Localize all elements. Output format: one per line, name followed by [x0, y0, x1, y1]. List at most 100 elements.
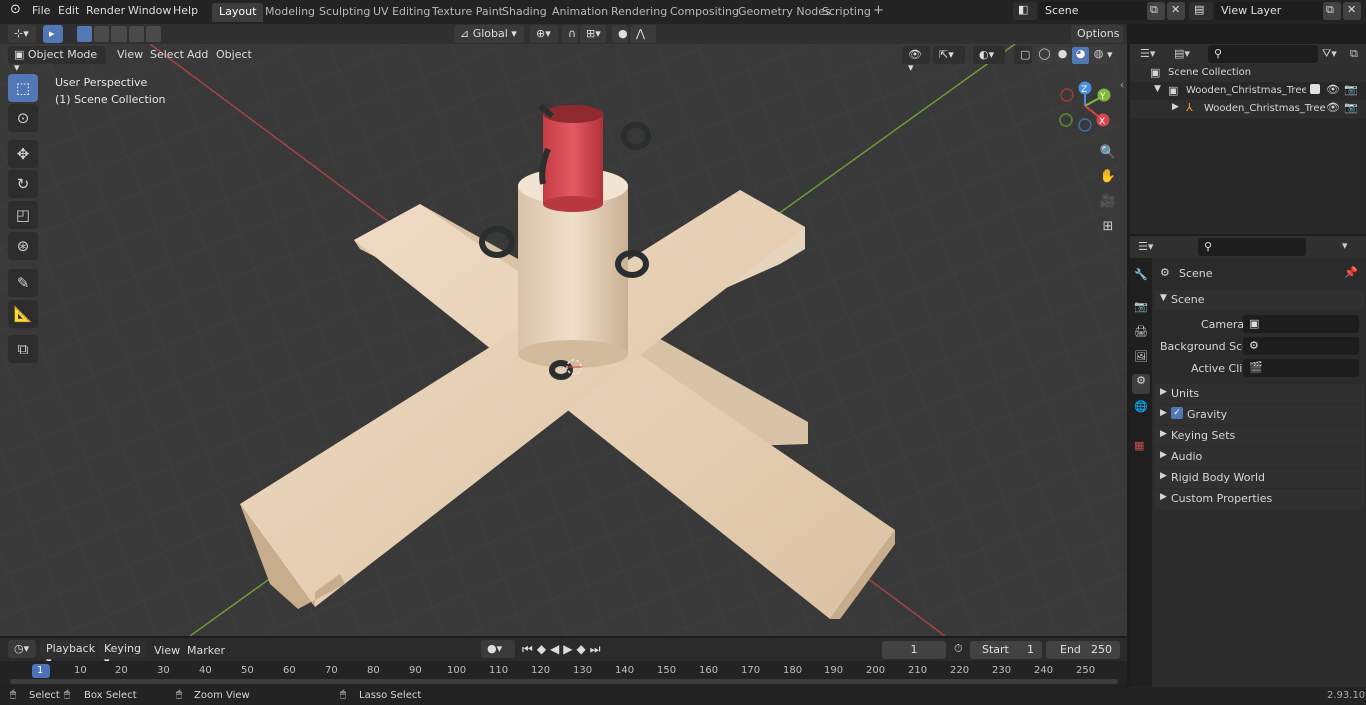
scene-panel-header[interactable]: ▼ Scene [1154, 290, 1364, 310]
menu-view[interactable]: View [117, 48, 143, 61]
prev-keyframe-icon[interactable]: ◆ [537, 642, 546, 657]
filter-icon[interactable]: ⛛▾ [1322, 47, 1337, 61]
zoom-icon[interactable]: 🔍 [1097, 141, 1119, 163]
pin-icon[interactable]: 📌 [1344, 266, 1358, 279]
outliner-row[interactable]: ▶ ⅄ Wooden_Christmas_Tree 👁 📷 [1130, 100, 1366, 118]
current-frame-field[interactable]: 1 [882, 641, 946, 659]
camera-field[interactable]: ▣ [1243, 315, 1359, 333]
outliner-search[interactable]: ⚲ [1208, 45, 1318, 63]
outliner-row[interactable]: ▣ Scene Collection [1130, 64, 1366, 82]
annotate-tool[interactable]: ✎ [8, 269, 38, 297]
new-collection-icon[interactable]: ⧉ [1350, 47, 1358, 61]
output-tab-icon[interactable]: 🖨 [1134, 325, 1148, 338]
world-tab-icon[interactable]: 🌐 [1134, 400, 1148, 413]
select-invert-icon[interactable] [128, 26, 144, 42]
rigid-body-world-panel[interactable]: ▶ Rigid Body World [1154, 468, 1364, 488]
play-reverse-icon[interactable]: ◀ [550, 642, 559, 657]
sidebar-toggle-icon[interactable]: ‹ [1120, 80, 1124, 91]
eye-icon[interactable]: 👁 [1326, 101, 1340, 114]
active-clip-field[interactable]: 🎬 [1243, 359, 1359, 377]
new-scene-icon[interactable]: ⧉ [1147, 2, 1165, 20]
camera-icon[interactable]: 📷 [1344, 83, 1358, 96]
properties-editor-type-icon[interactable]: ☰▾ [1138, 240, 1153, 253]
pivot-point-icon[interactable]: ⊕▾ [530, 25, 558, 43]
menu-select[interactable]: Select [150, 48, 184, 61]
outliner-row[interactable]: ▼ ▣ Wooden_Christmas_Tree_Sta 👁 📷 [1130, 82, 1366, 100]
menu-help[interactable]: Help [173, 4, 198, 17]
blender-logo-icon[interactable]: ⊙ [10, 2, 21, 17]
start-frame-field[interactable]: Start 1 [970, 641, 1042, 659]
render-tab-icon[interactable]: 📷 [1134, 300, 1148, 313]
scene-type-icon[interactable]: ◧ [1013, 2, 1037, 20]
move-tool[interactable]: ✥ [8, 140, 38, 168]
menu-object[interactable]: Object [216, 48, 252, 61]
pan-hand-icon[interactable]: ✋ [1097, 165, 1119, 187]
menu-render[interactable]: Render [86, 4, 125, 17]
outliner-editor-type-icon[interactable]: ☰▾ [1140, 47, 1155, 60]
play-icon[interactable]: ▶ [563, 642, 572, 657]
red-tube[interactable] [543, 112, 603, 204]
rendered-shading-icon[interactable]: ◍ [1090, 47, 1107, 64]
transform-orientation-dropdown[interactable]: ⊿ Global ▾ [454, 25, 524, 43]
menu-file[interactable]: File [32, 4, 50, 17]
select-box-tool[interactable]: ⬚ [8, 74, 38, 102]
timeline-scrollbar[interactable] [10, 679, 1118, 684]
timeline-view-menu[interactable]: View [154, 644, 180, 657]
expand-arrow-icon[interactable]: ▼ [1154, 84, 1161, 94]
proportional-falloff-icon[interactable]: ⋀ [630, 25, 656, 43]
timeline-marker-menu[interactable]: Marker [187, 644, 225, 657]
texture-tab-icon[interactable]: ▦ [1134, 439, 1144, 452]
gravity-checkbox[interactable]: ✓ [1171, 407, 1183, 419]
camera-view-icon[interactable]: 🎥 [1097, 190, 1119, 212]
proportional-edit-icon[interactable]: ● [612, 25, 628, 43]
menu-window[interactable]: Window [128, 4, 171, 17]
shading-dropdown-icon[interactable]: ▾ [1107, 48, 1113, 61]
tool-tab-icon[interactable]: 🔧 [1134, 268, 1148, 281]
tab-layout[interactable]: Layout [212, 3, 264, 22]
wireframe-shading-icon[interactable]: ◯ [1036, 47, 1053, 64]
solid-shading-icon[interactable]: ● [1054, 47, 1071, 64]
3d-viewport[interactable]: Z Y X [0, 44, 1127, 636]
material-shading-icon[interactable]: ◕ [1072, 47, 1089, 64]
menu-edit[interactable]: Edit [58, 4, 79, 17]
timeline-editor-type-icon[interactable]: ◷▾ [8, 640, 36, 658]
jump-start-icon[interactable]: ⏮ [522, 642, 533, 657]
measure-tool[interactable]: 📐 [8, 300, 38, 328]
select-new-icon[interactable] [77, 26, 93, 42]
add-cube-tool[interactable]: ⧉ [8, 335, 38, 363]
properties-search[interactable]: ⚲ [1198, 238, 1306, 256]
xray-icon[interactable]: ▢ [1014, 46, 1032, 64]
select-intersect-icon[interactable] [145, 26, 162, 42]
expand-arrow-icon[interactable]: ▶ [1172, 102, 1179, 112]
select-extend-icon[interactable] [94, 26, 110, 42]
perspective-grid-icon[interactable]: ⊞ [1097, 215, 1119, 237]
scene-field[interactable]: Scene [1039, 2, 1147, 20]
next-keyframe-icon[interactable]: ◆ [577, 642, 586, 657]
view-layer-icon[interactable]: ▤ [1189, 2, 1213, 20]
keying-sets-panel[interactable]: ▶ Keying Sets [1154, 426, 1364, 446]
display-mode-icon[interactable]: ▤▾ [1174, 47, 1190, 60]
stopwatch-icon[interactable]: ⏱ [954, 642, 963, 656]
menu-add[interactable]: Add [187, 48, 208, 61]
end-frame-field[interactable]: End 250 [1046, 641, 1120, 659]
add-workspace-icon[interactable]: + [866, 1, 891, 20]
editor-type-icon[interactable]: ⊹▾ [8, 25, 36, 43]
units-panel[interactable]: ▶ Units [1154, 384, 1364, 404]
exclude-checkbox[interactable] [1310, 84, 1320, 94]
autokey-icon[interactable]: ●▾ [481, 640, 515, 658]
gravity-panel[interactable]: ▶ ✓ Gravity [1154, 405, 1364, 425]
snap-target-icon[interactable]: ⊞▾ [580, 25, 606, 43]
delete-scene-icon[interactable]: ✕ [1167, 2, 1185, 20]
scene-tab-icon[interactable]: ⚙ [1132, 374, 1150, 394]
mode-dropdown[interactable]: ▣ Object Mode ▾ [8, 46, 106, 74]
view-layer-tab-icon[interactable]: 🖼 [1134, 350, 1148, 363]
new-view-layer-icon[interactable]: ⧉ [1323, 2, 1341, 20]
jump-end-icon[interactable]: ⏭ [590, 642, 601, 657]
select-tool-icon[interactable]: ▸ [43, 25, 63, 43]
cursor-tool[interactable]: ⊙ [8, 104, 38, 132]
audio-panel[interactable]: ▶ Audio [1154, 447, 1364, 467]
snap-icon[interactable]: ∩ [562, 25, 578, 43]
custom-properties-panel[interactable]: ▶ Custom Properties [1154, 489, 1364, 509]
rotate-tool[interactable]: ↻ [8, 170, 38, 198]
background-scene-field[interactable]: ⚙ [1243, 337, 1359, 355]
